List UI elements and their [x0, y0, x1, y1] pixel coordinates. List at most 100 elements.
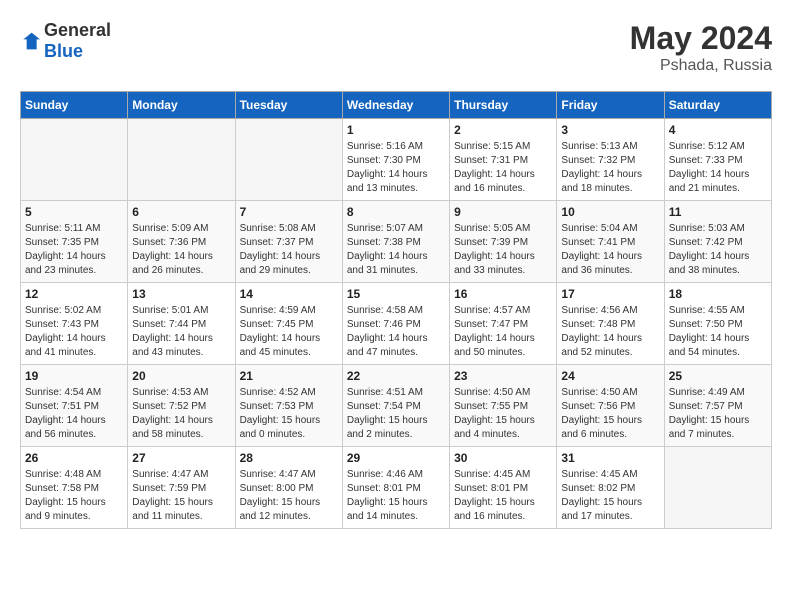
day-info: Sunrise: 5:02 AM Sunset: 7:43 PM Dayligh… — [25, 304, 123, 360]
day-number: 22 — [347, 369, 445, 383]
day-number: 1 — [347, 123, 445, 137]
title-block: May 2024 Pshada, Russia — [630, 20, 772, 75]
calendar-header-monday: Monday — [128, 92, 235, 119]
day-number: 2 — [454, 123, 552, 137]
day-number: 26 — [25, 451, 123, 465]
day-info: Sunrise: 5:12 AM Sunset: 7:33 PM Dayligh… — [669, 140, 767, 196]
calendar-cell: 11 Sunrise: 5:03 AM Sunset: 7:42 PM Dayli… — [664, 201, 771, 283]
calendar-week-2: 5Sunrise: 5:11 AM Sunset: 7:35 PM Daylig… — [21, 201, 772, 283]
calendar-header-wednesday: Wednesday — [342, 92, 449, 119]
day-info: Sunrise: 5:13 AM Sunset: 7:32 PM Dayligh… — [561, 140, 659, 196]
calendar-header-saturday: Saturday — [664, 92, 771, 119]
calendar-cell: 13 Sunrise: 5:01 AM Sunset: 7:44 PM Dayli… — [128, 283, 235, 365]
calendar-week-5: 26Sunrise: 4:48 AM Sunset: 7:58 PM Dayli… — [21, 447, 772, 529]
calendar-cell: 16 Sunrise: 4:57 AM Sunset: 7:47 PM Dayli… — [450, 283, 557, 365]
title-location: Pshada, Russia — [630, 57, 772, 75]
day-number: 27 — [132, 451, 230, 465]
calendar-cell: 9 Sunrise: 5:05 AM Sunset: 7:39 PM Daylig… — [450, 201, 557, 283]
calendar-cell — [664, 447, 771, 529]
day-number: 30 — [454, 451, 552, 465]
day-info: Sunrise: 4:45 AM Sunset: 8:01 PM Dayligh… — [454, 468, 552, 524]
day-info: Sunrise: 4:55 AM Sunset: 7:50 PM Dayligh… — [669, 304, 767, 360]
day-number: 13 — [132, 287, 230, 301]
calendar-cell: 7 Sunrise: 5:08 AM Sunset: 7:37 PM Daylig… — [235, 201, 342, 283]
day-info: Sunrise: 5:03 AM Sunset: 7:42 PM Dayligh… — [669, 222, 767, 278]
title-month: May 2024 — [630, 20, 772, 57]
day-number: 28 — [240, 451, 338, 465]
calendar-week-4: 19 Sunrise: 4:54 AM Sunset: 7:51 PM Dayli… — [21, 365, 772, 447]
day-number: 7 — [240, 205, 338, 219]
calendar-header-tuesday: Tuesday — [235, 92, 342, 119]
day-number: 9 — [454, 205, 552, 219]
day-number: 19 — [25, 369, 123, 383]
day-info: Sunrise: 4:46 AM Sunset: 8:01 PM Dayligh… — [347, 468, 445, 524]
calendar-cell: 1 Sunrise: 5:16 AM Sunset: 7:30 PM Daylig… — [342, 119, 449, 201]
day-number: 31 — [561, 451, 659, 465]
day-number: 8 — [347, 205, 445, 219]
day-number: 23 — [454, 369, 552, 383]
day-info: Sunrise: 4:59 AM Sunset: 7:45 PM Dayligh… — [240, 304, 338, 360]
day-info: Sunrise: 4:54 AM Sunset: 7:51 PM Dayligh… — [25, 386, 123, 442]
calendar-cell: 15Sunrise: 4:58 AM Sunset: 7:46 PM Dayli… — [342, 283, 449, 365]
calendar-cell: 12 Sunrise: 5:02 AM Sunset: 7:43 PM Dayli… — [21, 283, 128, 365]
calendar-cell — [128, 119, 235, 201]
calendar-cell: 25Sunrise: 4:49 AM Sunset: 7:57 PM Dayli… — [664, 365, 771, 447]
logo-icon — [20, 31, 40, 51]
day-info: Sunrise: 4:52 AM Sunset: 7:53 PM Dayligh… — [240, 386, 338, 442]
calendar-cell: 28Sunrise: 4:47 AM Sunset: 8:00 PM Dayli… — [235, 447, 342, 529]
day-info: Sunrise: 5:15 AM Sunset: 7:31 PM Dayligh… — [454, 140, 552, 196]
day-info: Sunrise: 4:57 AM Sunset: 7:47 PM Dayligh… — [454, 304, 552, 360]
calendar-cell: 17 Sunrise: 4:56 AM Sunset: 7:48 PM Dayli… — [557, 283, 664, 365]
day-number: 6 — [132, 205, 230, 219]
header: General Blue May 2024 Pshada, Russia — [20, 20, 772, 75]
calendar-cell: 27Sunrise: 4:47 AM Sunset: 7:59 PM Dayli… — [128, 447, 235, 529]
calendar-cell: 5Sunrise: 5:11 AM Sunset: 7:35 PM Daylig… — [21, 201, 128, 283]
calendar-cell: 10Sunrise: 5:04 AM Sunset: 7:41 PM Dayli… — [557, 201, 664, 283]
calendar-cell: 14 Sunrise: 4:59 AM Sunset: 7:45 PM Dayli… — [235, 283, 342, 365]
calendar-cell: 22 Sunrise: 4:51 AM Sunset: 7:54 PM Dayli… — [342, 365, 449, 447]
day-number: 20 — [132, 369, 230, 383]
calendar-body: 1 Sunrise: 5:16 AM Sunset: 7:30 PM Daylig… — [21, 119, 772, 529]
day-info: Sunrise: 5:01 AM Sunset: 7:44 PM Dayligh… — [132, 304, 230, 360]
calendar-cell: 26Sunrise: 4:48 AM Sunset: 7:58 PM Dayli… — [21, 447, 128, 529]
day-info: Sunrise: 4:56 AM Sunset: 7:48 PM Dayligh… — [561, 304, 659, 360]
calendar-cell: 23 Sunrise: 4:50 AM Sunset: 7:55 PM Dayli… — [450, 365, 557, 447]
day-number: 18 — [669, 287, 767, 301]
day-number: 10 — [561, 205, 659, 219]
day-info: Sunrise: 4:51 AM Sunset: 7:54 PM Dayligh… — [347, 386, 445, 442]
day-number: 24 — [561, 369, 659, 383]
calendar-cell: 24 Sunrise: 4:50 AM Sunset: 7:56 PM Dayli… — [557, 365, 664, 447]
day-number: 17 — [561, 287, 659, 301]
day-info: Sunrise: 5:09 AM Sunset: 7:36 PM Dayligh… — [132, 222, 230, 278]
calendar-cell: 21 Sunrise: 4:52 AM Sunset: 7:53 PM Dayli… — [235, 365, 342, 447]
day-info: Sunrise: 5:16 AM Sunset: 7:30 PM Dayligh… — [347, 140, 445, 196]
logo-blue: Blue — [44, 41, 83, 61]
day-number: 16 — [454, 287, 552, 301]
logo-general: General — [44, 20, 111, 40]
day-number: 4 — [669, 123, 767, 137]
calendar-cell: 18 Sunrise: 4:55 AM Sunset: 7:50 PM Dayli… — [664, 283, 771, 365]
calendar-cell: 31Sunrise: 4:45 AM Sunset: 8:02 PM Dayli… — [557, 447, 664, 529]
calendar-cell: 19 Sunrise: 4:54 AM Sunset: 7:51 PM Dayli… — [21, 365, 128, 447]
day-info: Sunrise: 4:53 AM Sunset: 7:52 PM Dayligh… — [132, 386, 230, 442]
calendar-cell: 2 Sunrise: 5:15 AM Sunset: 7:31 PM Daylig… — [450, 119, 557, 201]
calendar-cell — [21, 119, 128, 201]
day-info: Sunrise: 4:50 AM Sunset: 7:55 PM Dayligh… — [454, 386, 552, 442]
day-number: 5 — [25, 205, 123, 219]
calendar-header-row: SundayMondayTuesdayWednesdayThursdayFrid… — [21, 92, 772, 119]
calendar-cell — [235, 119, 342, 201]
day-info: Sunrise: 5:07 AM Sunset: 7:38 PM Dayligh… — [347, 222, 445, 278]
day-number: 14 — [240, 287, 338, 301]
calendar-cell: 20 Sunrise: 4:53 AM Sunset: 7:52 PM Dayli… — [128, 365, 235, 447]
day-number: 15 — [347, 287, 445, 301]
day-info: Sunrise: 5:05 AM Sunset: 7:39 PM Dayligh… — [454, 222, 552, 278]
day-number: 12 — [25, 287, 123, 301]
calendar-cell: 8 Sunrise: 5:07 AM Sunset: 7:38 PM Daylig… — [342, 201, 449, 283]
calendar-header-thursday: Thursday — [450, 92, 557, 119]
day-info: Sunrise: 4:50 AM Sunset: 7:56 PM Dayligh… — [561, 386, 659, 442]
day-number: 11 — [669, 205, 767, 219]
day-number: 21 — [240, 369, 338, 383]
day-info: Sunrise: 5:08 AM Sunset: 7:37 PM Dayligh… — [240, 222, 338, 278]
day-number: 29 — [347, 451, 445, 465]
calendar-week-3: 12 Sunrise: 5:02 AM Sunset: 7:43 PM Dayli… — [21, 283, 772, 365]
